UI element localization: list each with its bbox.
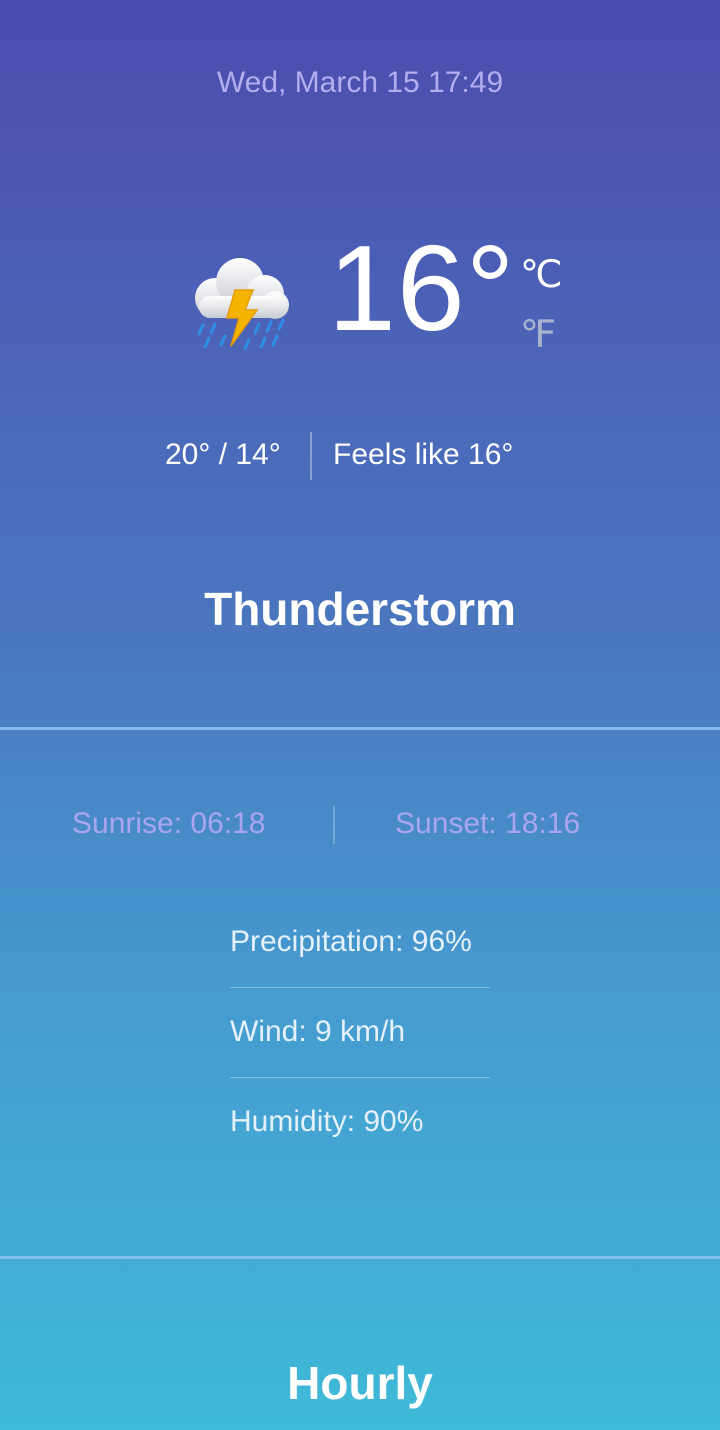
sunset-time: Sunset: 18:16 bbox=[395, 807, 581, 840]
thunderstorm-icon bbox=[185, 250, 295, 360]
divider bbox=[230, 1077, 490, 1078]
wind-value: Wind: 9 km/h bbox=[230, 1015, 406, 1048]
sunrise-time: Sunrise: 06:18 bbox=[72, 807, 266, 840]
weather-condition: Thunderstorm bbox=[204, 583, 516, 635]
section-divider bbox=[0, 727, 720, 730]
divider bbox=[333, 806, 335, 844]
section-divider bbox=[0, 1256, 720, 1259]
current-temperature: 16° bbox=[328, 220, 516, 356]
divider bbox=[310, 432, 312, 480]
high-low-temperature: 20° / 14° bbox=[165, 438, 281, 471]
divider bbox=[230, 987, 490, 988]
humidity-value: Humidity: 90% bbox=[230, 1105, 424, 1138]
hourly-section-title: Hourly bbox=[287, 1357, 433, 1409]
feels-like: Feels like 16° bbox=[333, 438, 514, 471]
date-time: Wed, March 15 17:49 bbox=[216, 66, 504, 99]
fahrenheit-toggle[interactable]: ℉ bbox=[520, 315, 556, 355]
precipitation-value: Precipitation: 96% bbox=[230, 925, 472, 958]
celsius-toggle[interactable]: ℃ bbox=[520, 255, 563, 295]
